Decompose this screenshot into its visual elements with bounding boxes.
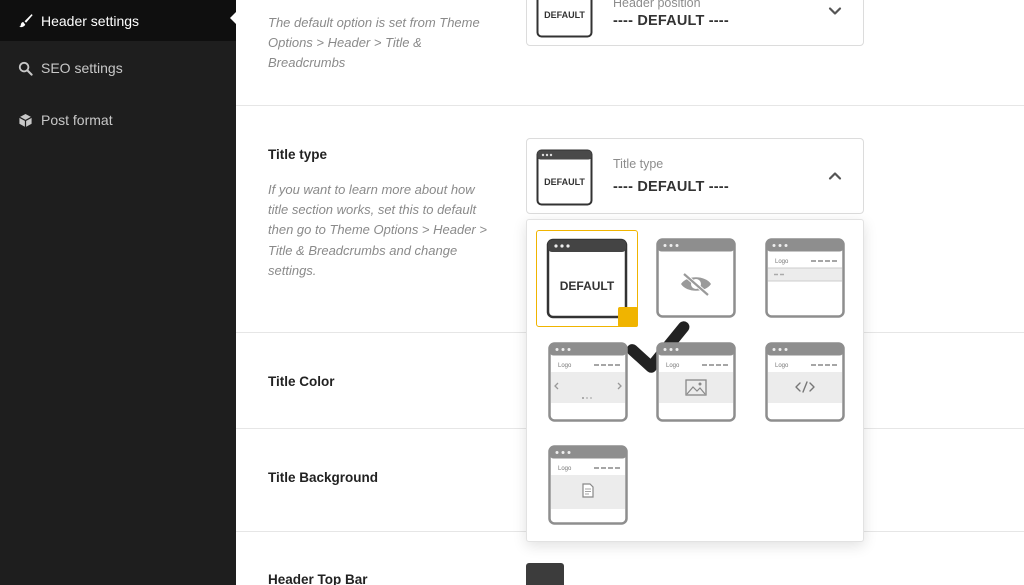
header-position-description: The default option is set from Theme Opt… xyxy=(268,15,480,71)
sidebar-item-post-format[interactable]: Post format xyxy=(0,99,236,141)
logo-text: Logo xyxy=(558,466,572,472)
chevron-down-icon xyxy=(828,7,842,15)
sidebar-item-seo-settings[interactable]: SEO settings xyxy=(0,47,236,89)
title-type-heading: Title type xyxy=(268,147,328,162)
option-text: DEFAULT xyxy=(560,279,615,293)
title-type-select-label: Title type xyxy=(613,157,664,171)
chevron-up-icon xyxy=(828,172,842,180)
brush-icon xyxy=(17,13,33,29)
title-background-heading: Title Background xyxy=(268,470,379,485)
thumb-text: DEFAULT xyxy=(544,177,585,187)
title-type-option-default[interactable]: DEFAULT xyxy=(536,230,690,373)
title-type-option-image[interactable]: Logo xyxy=(656,342,736,422)
divider xyxy=(236,105,1024,106)
sidebar-item-label: Post format xyxy=(41,112,113,128)
search-icon xyxy=(17,60,33,76)
title-type-select[interactable]: DEFAULT Title type ---- DEFAULT ---- xyxy=(526,138,864,214)
page-content-layout-icon: Logo xyxy=(548,445,628,525)
header-position-select-label: Header position xyxy=(613,0,701,10)
title-color-heading: Title Color xyxy=(268,374,335,389)
logo-text: Logo xyxy=(666,363,680,369)
code-layout-icon: Logo xyxy=(765,342,845,422)
header-position-select[interactable]: DEFAULT Header position ---- DEFAULT ---… xyxy=(526,0,864,46)
image-layout-icon: Logo xyxy=(656,342,736,422)
logo-menu-bar-layout-icon: Logo xyxy=(765,238,845,318)
main-content: The default option is set from Theme Opt… xyxy=(236,0,1024,585)
hidden-layout-icon xyxy=(656,238,736,318)
title-type-option-slider[interactable]: Logo xyxy=(548,342,628,422)
title-type-option-page-content[interactable]: Logo xyxy=(548,445,628,525)
header-top-bar-select[interactable] xyxy=(526,563,564,585)
default-thumb-icon: DEFAULT xyxy=(536,149,593,206)
logo-text: Logo xyxy=(558,363,572,369)
logo-text: Logo xyxy=(775,259,789,265)
title-type-option-hidden[interactable] xyxy=(656,238,736,318)
title-type-select-value: ---- DEFAULT ---- xyxy=(613,179,729,195)
default-thumb-icon: DEFAULT xyxy=(536,0,593,38)
title-type-option-code[interactable]: Logo xyxy=(765,342,845,422)
title-type-option-logo-menu-bar[interactable]: Logo xyxy=(765,238,845,318)
title-type-dropdown: DEFAULT Logo Logo Logo Logo Logo xyxy=(526,219,864,542)
logo-text: Logo xyxy=(775,363,789,369)
document-icon xyxy=(582,483,594,498)
header-top-bar-heading: Header Top Bar xyxy=(268,572,368,585)
thumb-text: DEFAULT xyxy=(544,10,585,20)
header-position-select-value: ---- DEFAULT ---- xyxy=(613,13,729,29)
cube-icon xyxy=(17,112,33,128)
checkmark-icon xyxy=(618,307,690,373)
slider-layout-icon: Logo xyxy=(548,342,628,422)
sidebar-item-header-settings[interactable]: Header settings xyxy=(0,0,236,41)
sidebar: Header settings SEO settings Post format xyxy=(0,0,236,585)
title-type-description: If you want to learn more about how titl… xyxy=(268,182,487,278)
sidebar-item-label: Header settings xyxy=(41,12,140,29)
sidebar-item-label: SEO settings xyxy=(41,60,123,76)
